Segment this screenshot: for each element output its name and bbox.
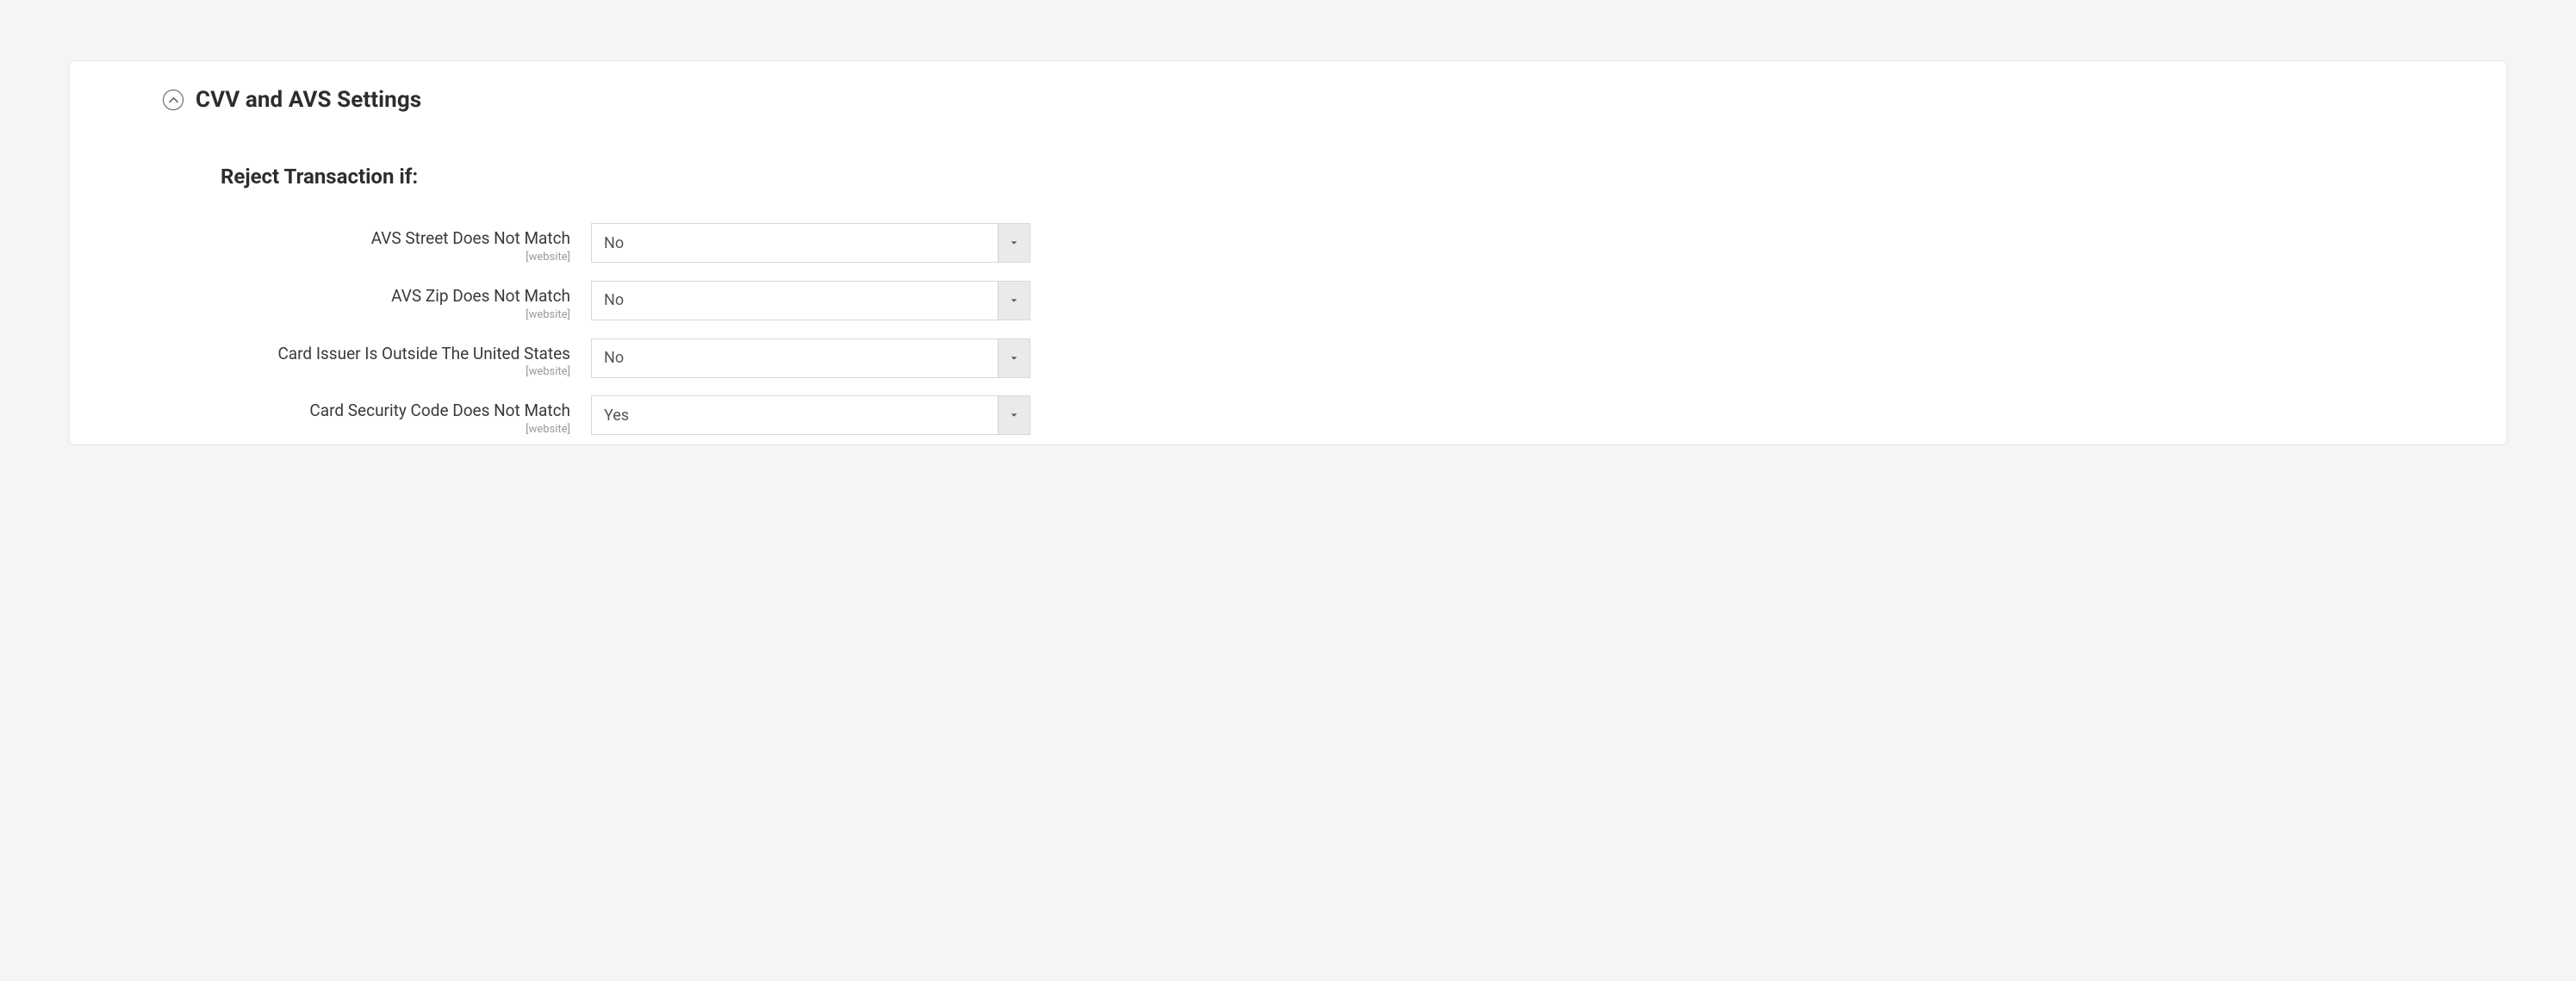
- field-row-card-security-code: Card Security Code Does Not Match [websi…: [221, 387, 2506, 444]
- section-title: CVV and AVS Settings: [196, 87, 421, 113]
- select-card-issuer[interactable]: No: [591, 338, 1030, 378]
- page-root: CVV and AVS Settings Reject Transaction …: [0, 0, 2576, 445]
- collapse-up-icon: [163, 90, 184, 110]
- field-row-avs-street: AVS Street Does Not Match [website] No: [221, 214, 2506, 272]
- field-label: Card Issuer Is Outside The United States: [221, 344, 570, 364]
- chevron-down-icon: [998, 281, 1030, 320]
- subsection: Reject Transaction if: AVS Street Does N…: [70, 113, 2506, 444]
- fields-list: AVS Street Does Not Match [website] No A…: [221, 189, 2506, 444]
- field-scope: [website]: [221, 423, 570, 436]
- field-label: AVS Zip Does Not Match: [221, 286, 570, 307]
- field-row-avs-zip: AVS Zip Does Not Match [website] No: [221, 272, 2506, 330]
- settings-panel: CVV and AVS Settings Reject Transaction …: [69, 60, 2507, 445]
- select-value: No: [591, 281, 1030, 320]
- chevron-down-icon: [998, 223, 1030, 263]
- select-value: Yes: [591, 395, 1030, 435]
- field-scope: [website]: [221, 251, 570, 264]
- field-scope: [website]: [221, 308, 570, 321]
- field-label: Card Security Code Does Not Match: [221, 400, 570, 421]
- select-value: No: [591, 338, 1030, 378]
- chevron-down-icon: [998, 338, 1030, 378]
- field-label-wrap: AVS Street Does Not Match [website]: [221, 223, 591, 264]
- field-label-wrap: AVS Zip Does Not Match [website]: [221, 281, 591, 321]
- chevron-down-icon: [998, 395, 1030, 435]
- subsection-title: Reject Transaction if:: [221, 165, 2506, 189]
- field-row-card-issuer-outside-us: Card Issuer Is Outside The United States…: [221, 330, 2506, 388]
- field-label-wrap: Card Issuer Is Outside The United States…: [221, 338, 591, 379]
- select-avs-street[interactable]: No: [591, 223, 1030, 263]
- section-header[interactable]: CVV and AVS Settings: [70, 87, 2506, 113]
- select-value: No: [591, 223, 1030, 263]
- field-scope: [website]: [221, 365, 570, 378]
- select-card-security-code[interactable]: Yes: [591, 395, 1030, 435]
- select-avs-zip[interactable]: No: [591, 281, 1030, 320]
- field-label: AVS Street Does Not Match: [221, 228, 570, 249]
- field-label-wrap: Card Security Code Does Not Match [websi…: [221, 395, 591, 436]
